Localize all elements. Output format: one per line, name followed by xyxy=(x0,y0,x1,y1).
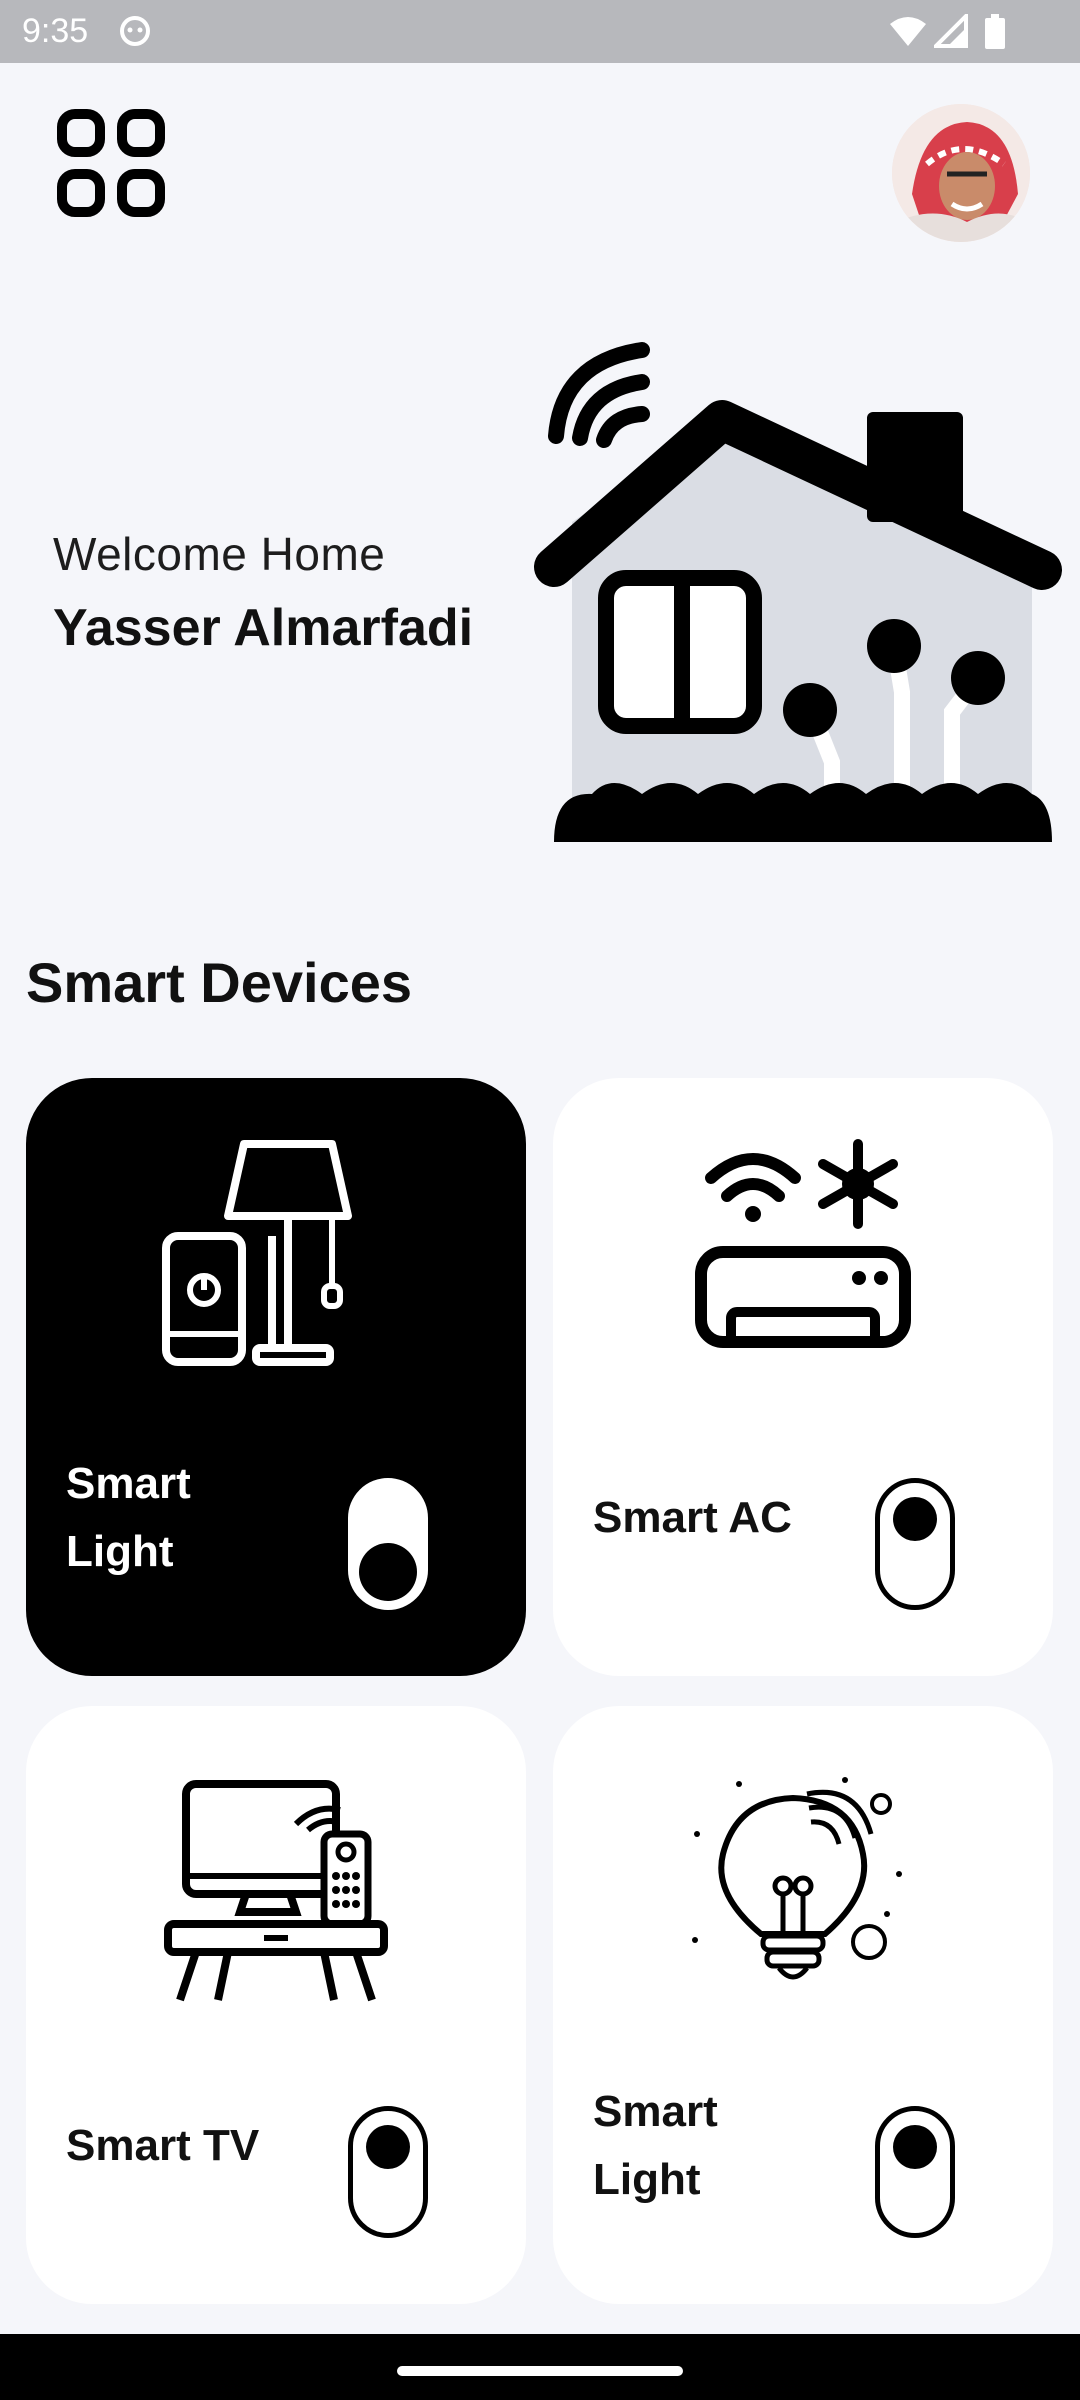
status-time: 9:35 xyxy=(22,12,89,50)
power-toggle[interactable] xyxy=(348,1478,428,1610)
welcome-text: Welcome Home xyxy=(53,528,386,580)
device-card-smart-ac[interactable]: Smart AC xyxy=(553,1078,1053,1676)
device-card-smart-tv[interactable]: Smart TV xyxy=(26,1706,526,2304)
system-nav-bar xyxy=(0,2334,1080,2400)
toggle-knob xyxy=(366,2125,410,2169)
smart-house-icon xyxy=(534,342,1062,842)
grid-menu-icon[interactable] xyxy=(52,104,170,222)
user-name: Yasser Almarfadi xyxy=(53,599,474,657)
device-label: Smart Light xyxy=(66,1459,191,1576)
device-label: Smart TV xyxy=(66,2121,260,2170)
home-gesture-handle[interactable] xyxy=(397,2366,683,2376)
avatar[interactable] xyxy=(892,104,1030,242)
power-toggle[interactable] xyxy=(875,2106,955,2238)
toggle-knob xyxy=(359,1543,417,1601)
light-bulb-icon xyxy=(692,1777,902,1980)
section-title: Smart Devices xyxy=(26,951,413,1014)
notification-icon xyxy=(120,16,150,46)
device-card-smart-light[interactable]: Smart Light xyxy=(26,1078,526,1676)
toggle-knob xyxy=(893,2125,937,2169)
device-card-smart-bulb[interactable]: Smart Light xyxy=(553,1706,1053,2304)
battery-icon xyxy=(985,14,1005,49)
lamp-phone-icon xyxy=(162,1140,352,1366)
status-bar: 9:35 xyxy=(0,0,1080,63)
tv-remote-icon xyxy=(164,1780,388,2002)
avatar-image xyxy=(892,104,1030,242)
power-toggle[interactable] xyxy=(348,2106,428,2238)
wifi-icon xyxy=(890,17,926,46)
toggle-knob xyxy=(893,1497,937,1541)
power-toggle[interactable] xyxy=(875,1478,955,1610)
device-label: Smart Light xyxy=(593,2087,718,2204)
device-label: Smart AC xyxy=(593,1493,792,1542)
signal-icon xyxy=(934,14,968,48)
air-conditioner-icon xyxy=(695,1139,911,1348)
